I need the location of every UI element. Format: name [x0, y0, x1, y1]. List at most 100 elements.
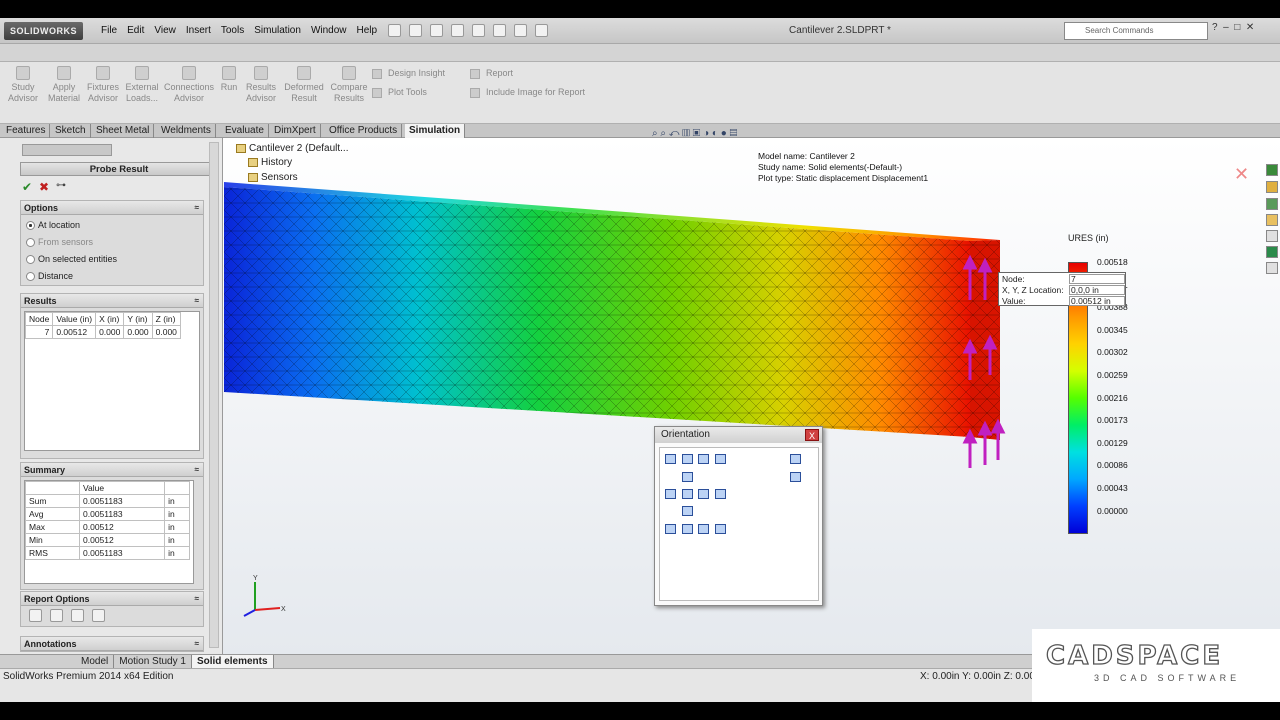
appearances-icon[interactable]	[1266, 230, 1278, 242]
panel-tabs[interactable]	[22, 144, 112, 156]
section-view-icon[interactable]: ▥	[682, 128, 690, 139]
table-row[interactable]: Min 0.00512 in	[25, 533, 190, 547]
compare-results-button[interactable]: Compare Results	[328, 66, 370, 104]
report-options-header[interactable]: Report Options ≈	[21, 592, 203, 606]
display-style-icon[interactable]: ◑	[703, 128, 709, 139]
tree-history[interactable]: History	[248, 157, 292, 168]
help-icon[interactable]: ?	[1212, 22, 1218, 33]
new-view-icon[interactable]	[665, 454, 676, 464]
tree-root[interactable]: Cantilever 2 (Default...	[236, 143, 349, 154]
zoom-fit-icon[interactable]: ⌕	[652, 128, 658, 139]
right-view-icon[interactable]	[698, 489, 709, 499]
cancel-x-icon[interactable]: ✕	[1234, 164, 1249, 185]
pin-icon[interactable]	[790, 454, 801, 464]
copy-icon[interactable]	[92, 609, 105, 622]
tab-sketch[interactable]: Sketch	[51, 124, 91, 138]
minimize-icon[interactable]: –	[1223, 22, 1229, 33]
table-row[interactable]: RMS 0.0051183 in	[25, 546, 190, 560]
table-row[interactable]: Sum 0.0051183 in	[25, 494, 190, 508]
tab-sheet-metal[interactable]: Sheet Metal	[92, 124, 155, 138]
options-header[interactable]: Options ≈	[21, 201, 203, 215]
two-view-icon[interactable]	[682, 524, 693, 534]
cancel-icon[interactable]: ✖	[39, 180, 49, 194]
annotations-header[interactable]: Annotations ≈	[21, 637, 203, 651]
collapse-icon[interactable]: ≈	[195, 201, 199, 215]
orientation-dialog[interactable]: Orientation X	[654, 426, 823, 606]
plot-icon[interactable]	[71, 609, 84, 622]
custom-properties-icon[interactable]	[1266, 246, 1278, 258]
collapse-icon[interactable]: ≈	[195, 592, 199, 606]
legend-value: 0.00302	[1097, 347, 1128, 358]
window-controls: ? – □ ✕	[1212, 22, 1254, 33]
collapse-icon[interactable]: ≈	[195, 463, 199, 477]
tree-sensors[interactable]: Sensors	[248, 172, 298, 183]
save-report-icon[interactable]	[29, 609, 42, 622]
design-library-icon[interactable]	[1266, 181, 1278, 193]
results-header[interactable]: Results ≈	[21, 294, 203, 308]
tab-model[interactable]: Model	[76, 655, 115, 669]
deformed-result-button[interactable]: Deformed Result	[282, 66, 326, 104]
tab-weldments[interactable]: Weldments	[157, 124, 216, 138]
hide-show-icon[interactable]: ◐	[712, 128, 718, 139]
table-row[interactable]: Max 0.00512 in	[25, 520, 190, 534]
close-icon[interactable]: X	[805, 429, 819, 441]
panel-scrollbar[interactable]	[209, 142, 219, 648]
include-image-button[interactable]: Include Image for Report	[470, 87, 585, 98]
file-explorer-icon[interactable]	[1266, 198, 1278, 210]
front-view-icon[interactable]	[682, 489, 693, 499]
close-icon[interactable]: ✕	[1246, 22, 1254, 33]
view-palette-icon[interactable]	[1266, 214, 1278, 226]
tab-evaluate[interactable]: Evaluate	[221, 124, 269, 138]
forum-icon[interactable]	[1266, 262, 1278, 274]
save-sensor-icon[interactable]	[50, 609, 63, 622]
four-view-icon[interactable]	[698, 524, 709, 534]
scene-icon[interactable]: ▤	[730, 128, 738, 139]
report-button[interactable]: Report	[470, 68, 513, 79]
study-advisor-button[interactable]: Study Advisor	[6, 66, 40, 104]
fixtures-advisor-button[interactable]: Fixtures Advisor	[85, 66, 121, 104]
option-from-sensors[interactable]: From sensors	[26, 237, 93, 248]
pushpin-icon[interactable]: ⊶	[56, 180, 66, 191]
top-view-icon[interactable]	[682, 472, 693, 482]
apply-material-button[interactable]: Apply Material	[46, 66, 82, 104]
table-row[interactable]: Avg 0.0051183 in	[25, 507, 190, 521]
back-view-icon[interactable]	[715, 489, 726, 499]
maximize-icon[interactable]: □	[1234, 22, 1240, 33]
plot-tools-button[interactable]: Plot Tools	[372, 87, 427, 98]
design-insight-button[interactable]: Design Insight	[372, 68, 445, 79]
isometric-view-icon[interactable]	[790, 472, 801, 482]
left-view-icon[interactable]	[665, 489, 676, 499]
resources-icon[interactable]	[1266, 164, 1278, 176]
link-views-icon[interactable]	[715, 524, 726, 534]
search-input[interactable]: Search Commands	[1064, 22, 1208, 40]
previous-view-icon[interactable]: ↶	[669, 128, 680, 139]
update-view-icon[interactable]	[682, 454, 693, 464]
connections-advisor-button[interactable]: Connections Advisor	[163, 66, 215, 104]
bottom-view-icon[interactable]	[682, 506, 693, 516]
tab-dimxpert[interactable]: DimXpert	[270, 124, 321, 138]
legend-value: 0.00345	[1097, 324, 1128, 335]
tab-features[interactable]: Features	[2, 124, 51, 138]
tab-office-products[interactable]: Office Products	[325, 124, 403, 138]
zoom-area-icon[interactable]: ⌕	[660, 128, 666, 139]
ok-check-icon[interactable]: ✔	[22, 180, 32, 194]
collapse-icon[interactable]: ≈	[195, 294, 199, 308]
collapse-icon[interactable]: ≈	[195, 637, 199, 651]
option-on-selected-entities[interactable]: On selected entities	[26, 254, 117, 265]
summary-header[interactable]: Summary ≈	[21, 463, 203, 477]
link-view-icon[interactable]	[715, 454, 726, 464]
tab-motion-study[interactable]: Motion Study 1	[114, 655, 192, 669]
reset-view-icon[interactable]	[698, 454, 709, 464]
appearance-icon[interactable]: ●	[721, 128, 727, 139]
view-orientation-icon[interactable]: ▣	[693, 128, 701, 139]
single-view-icon[interactable]	[665, 524, 676, 534]
cadspace-logo: CADSPACE 3D CAD SOFTWARE	[1032, 629, 1280, 702]
external-loads-button[interactable]: External Loads...	[124, 66, 160, 104]
tab-simulation[interactable]: Simulation	[405, 124, 466, 138]
table-row[interactable]: 7 0.00512 0.000 0.000 0.000	[24, 325, 181, 339]
tab-solid-elements[interactable]: Solid elements	[191, 655, 274, 669]
run-button[interactable]: Run	[218, 66, 240, 93]
option-at-location[interactable]: At location	[26, 220, 80, 231]
option-distance[interactable]: Distance	[26, 271, 73, 282]
results-advisor-button[interactable]: Results Advisor	[244, 66, 278, 104]
